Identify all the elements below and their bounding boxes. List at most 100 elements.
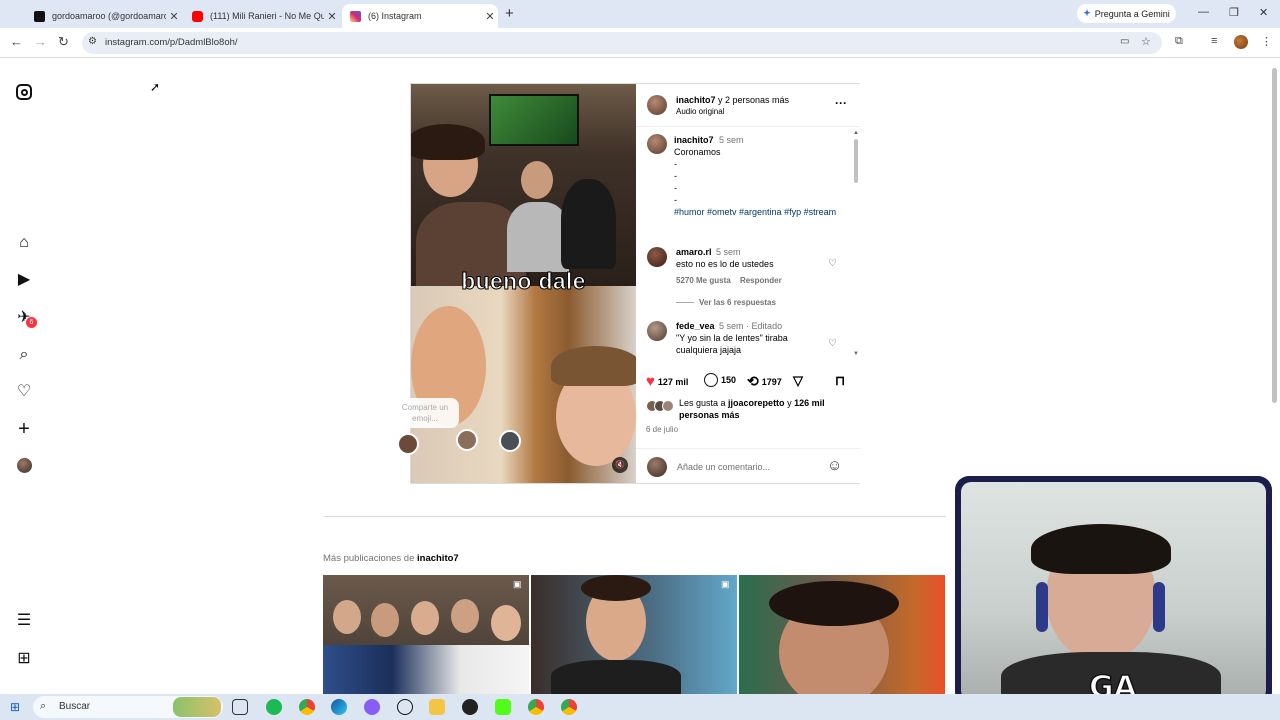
liked-by-text: Les gusta a jjoacorepetto y 126 mil pers…: [679, 397, 849, 421]
post-thumbnail[interactable]: ▣: [531, 575, 737, 695]
kick-icon[interactable]: [495, 699, 511, 715]
heart-icon[interactable]: ♡: [15, 383, 33, 401]
view-replies[interactable]: Ver las 6 respuestas: [676, 297, 776, 309]
address-bar[interactable]: ⚙ instagram.com/p/DadmlBlo8oh/ ▭ ☆: [82, 32, 1162, 54]
repost-button[interactable]: ⟲ 1797: [747, 373, 782, 390]
reaction-avatar[interactable]: [397, 433, 419, 455]
search-highlight-image: [173, 697, 221, 717]
comment-avatar[interactable]: [647, 321, 667, 341]
comment-like-icon[interactable]: ♡: [828, 258, 837, 269]
reels-icon[interactable]: ▶: [15, 271, 33, 289]
close-icon[interactable]: ✕: [482, 10, 498, 23]
like-button[interactable]: ♥ 127 mil: [646, 373, 688, 390]
close-icon[interactable]: ✕: [166, 10, 182, 23]
minimize-icon[interactable]: —: [1198, 6, 1209, 18]
reaction-avatar[interactable]: [456, 429, 478, 451]
post-date[interactable]: 6 de julio: [646, 425, 678, 434]
profile-icon[interactable]: [17, 458, 32, 473]
edge-icon[interactable]: [331, 699, 347, 715]
task-view-icon[interactable]: [232, 699, 248, 715]
scroll-thumb[interactable]: [854, 139, 858, 183]
media-control-icon[interactable]: ≡: [1211, 35, 1217, 47]
author-avatar[interactable]: [647, 95, 667, 115]
more-menu-icon[interactable]: ☰: [15, 612, 33, 630]
chrome-profile-icon[interactable]: [528, 699, 544, 715]
emoji-share-bubble[interactable]: Comparte un emoji...: [391, 398, 459, 428]
site-info-icon[interactable]: ⚙: [88, 36, 97, 47]
tab-tiktok[interactable]: gordoamaroo (@gordoamaroo ✕: [26, 4, 182, 28]
tab-instagram[interactable]: (6) Instagram ✕: [342, 4, 498, 28]
instagram-logo-icon[interactable]: [16, 84, 32, 100]
obs-icon[interactable]: [462, 699, 478, 715]
comment-meta: 5270 Me gusta Responder: [676, 275, 782, 287]
share-icon[interactable]: ▽: [793, 373, 803, 389]
taskbar-search[interactable]: ⌕ Buscar: [33, 696, 223, 718]
reload-icon[interactable]: ↻: [58, 34, 69, 50]
instagram-icon: [350, 10, 361, 22]
home-icon[interactable]: ⌂: [15, 234, 33, 252]
comment-button[interactable]: 150: [704, 373, 736, 387]
forward-icon[interactable]: →: [34, 34, 47, 49]
video-bottom-frame: [411, 286, 636, 483]
chatgpt-icon[interactable]: [397, 699, 413, 715]
reaction-avatar[interactable]: [499, 430, 521, 452]
page-scroll-thumb[interactable]: [1272, 68, 1277, 403]
spotify-icon[interactable]: [266, 699, 282, 715]
window-close-icon[interactable]: ✕: [1259, 6, 1268, 19]
bookmark-star-icon[interactable]: ☆: [1141, 35, 1151, 48]
save-bookmark-icon[interactable]: ⊓: [835, 373, 845, 389]
windows-start-icon[interactable]: ⊞: [10, 700, 20, 714]
extensions-icon[interactable]: ⧉: [1175, 35, 1183, 48]
search-icon[interactable]: ⌕: [15, 346, 33, 364]
comments-scrollbar[interactable]: ▲ ▼: [853, 130, 859, 358]
caption-avatar[interactable]: [647, 134, 667, 154]
install-app-icon[interactable]: ▭: [1120, 36, 1129, 47]
comment-like-icon[interactable]: ♡: [828, 338, 837, 349]
scroll-down-icon[interactable]: ▼: [853, 351, 859, 357]
threads-apps-icon[interactable]: ⊞: [15, 650, 33, 668]
comment-input[interactable]: Añade un comentario...: [677, 462, 770, 472]
close-icon[interactable]: ✕: [324, 10, 340, 23]
liked-by-avatars[interactable]: [646, 400, 678, 414]
restore-icon[interactable]: ❐: [1229, 6, 1239, 19]
gemini-button[interactable]: ✦ Pregunta a Gemini: [1077, 4, 1176, 23]
comment-user[interactable]: fede_vea: [676, 321, 715, 331]
profile-avatar[interactable]: [1234, 35, 1248, 49]
comment-avatar[interactable]: [647, 247, 667, 267]
audio-label[interactable]: Audio original: [676, 107, 724, 116]
person-face: [371, 603, 399, 637]
discord-icon[interactable]: [364, 699, 380, 715]
emoji-icon[interactable]: ☺: [827, 457, 842, 474]
heart-filled-icon: ♥: [646, 373, 655, 390]
file-explorer-icon[interactable]: [429, 699, 445, 715]
person-face: [491, 605, 521, 641]
liker-avatar: [662, 400, 674, 412]
scroll-up-icon[interactable]: ▲: [853, 130, 859, 136]
new-tab-button[interactable]: +: [505, 5, 514, 22]
author-name[interactable]: inachito7: [676, 95, 716, 105]
liked-user[interactable]: jjoacorepetto: [728, 398, 785, 408]
menu-dots-icon[interactable]: ⋮: [1261, 35, 1272, 48]
caption-hashtags[interactable]: #humor #ometv #argentina #fyp #stream: [674, 207, 836, 217]
view-replies-label[interactable]: Ver las 6 respuestas: [699, 298, 776, 307]
coauthors[interactable]: y 2 personas más: [716, 95, 789, 105]
more-options-icon[interactable]: ···: [835, 96, 847, 110]
comment-text: esto no es lo de ustedes: [676, 259, 774, 269]
tab-youtube[interactable]: (111) Mili Ranieri - No Me Quer ✕: [184, 4, 340, 28]
more-posts-user[interactable]: inachito7: [417, 553, 459, 564]
page-scrollbar[interactable]: [1271, 60, 1278, 694]
post-authors[interactable]: inachito7 y 2 personas más: [676, 95, 789, 105]
reply-button[interactable]: Responder: [740, 276, 782, 285]
chrome-icon[interactable]: [299, 699, 315, 715]
comment-likes[interactable]: 5270 Me gusta: [676, 276, 731, 285]
mute-icon[interactable]: 🔇: [612, 457, 628, 473]
chrome-profile-icon[interactable]: [561, 699, 577, 715]
post-thumbnail[interactable]: [739, 575, 945, 695]
caption-user[interactable]: inachito7: [674, 135, 714, 145]
tv-screen: [489, 94, 579, 146]
comment-user[interactable]: amaro.rl: [676, 247, 712, 257]
create-icon[interactable]: +: [15, 419, 33, 439]
post-thumbnail[interactable]: ▣: [323, 575, 529, 695]
person-face: [451, 599, 479, 633]
back-icon[interactable]: ←: [10, 34, 23, 49]
